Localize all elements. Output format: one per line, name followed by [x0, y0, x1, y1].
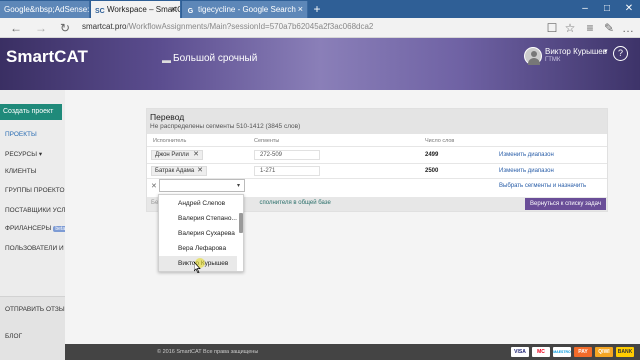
sidebar-item-resources[interactable]: РЕСУРСЫ ▾ — [5, 150, 42, 158]
help-icon[interactable]: ? — [613, 46, 628, 61]
panel-header: Перевод Не распределены сегменты 510-141… — [147, 109, 607, 134]
maestro-icon: MAESTRO — [553, 347, 571, 357]
payment-service-icon: PAY — [574, 347, 592, 357]
browser-tab-strip: Google&nbsp;AdSense: np SCWorkspace – Sm… — [0, 0, 640, 18]
close-tab-icon[interactable]: × — [298, 1, 303, 18]
feedback-link[interactable]: ОТПРАВИТЬ ОТЗЫВ — [5, 306, 69, 313]
smartcat-favicon-icon: SC — [95, 8, 105, 15]
chevron-down-icon: ▾ — [38, 151, 43, 158]
sidebar-item-vendors[interactable]: ПОСТАВЩИКИ УСЛУГ — [5, 207, 73, 214]
address-bar: ← → ↻ smartcat.pro/WorkflowAssignments/M… — [0, 18, 640, 38]
stage-title: Перевод — [150, 112, 185, 122]
back-icon[interactable]: ← — [8, 20, 24, 36]
copyright: © 2016 SmartCAT Все права защищены — [157, 349, 259, 355]
remove-assignee-icon[interactable]: ✕ — [197, 167, 203, 175]
back-to-tasks-button[interactable]: Вернуться к списку задач — [525, 198, 606, 210]
assignee-name: Батрак Адама — [155, 168, 195, 174]
blog-link[interactable]: БЛОГ — [5, 333, 22, 340]
create-project-button[interactable]: Создать проект — [0, 104, 62, 120]
sidebar-item-label: ФРИЛАНСЕРЫ — [5, 225, 52, 232]
visa-icon: VISA — [511, 347, 529, 357]
change-range-link[interactable]: Изменить диапазон — [499, 168, 554, 174]
web-note-icon[interactable]: ✎ — [601, 20, 617, 36]
sidebar-item-freelancers[interactable]: ФРИЛАНСЕРЫ beta — [5, 225, 68, 232]
column-header-words: Число слов — [425, 138, 455, 144]
assignee-name: Джон Рипли — [155, 152, 189, 158]
dropdown-option[interactable]: Вера Лефарова — [159, 241, 237, 256]
sidebar-item-label: РЕСУРСЫ — [5, 151, 37, 158]
dropdown-scrollbar[interactable] — [239, 213, 243, 233]
assignee-chip[interactable]: Батрак Адама ✕ — [151, 166, 207, 176]
project-breadcrumb[interactable]: Большой срочный — [173, 53, 257, 64]
remove-assignee-icon[interactable]: ✕ — [193, 151, 199, 159]
url-path: /WorkflowAssignments/Main?sessionId=570a… — [126, 22, 374, 31]
tab-title: tigecycline - Google Search — [198, 5, 296, 14]
dropdown-option[interactable]: Валерия Сухарева — [159, 226, 237, 241]
mouse-pointer-icon — [194, 262, 201, 273]
divider — [147, 163, 607, 164]
google-favicon-icon: G — [187, 8, 194, 15]
chevron-down-icon[interactable]: ▾ — [604, 47, 608, 55]
tab-google-search[interactable]: Gtigecycline - Google Search × — [182, 1, 308, 18]
more-icon[interactable]: … — [620, 20, 636, 36]
sidebar-item-project-groups[interactable]: ГРУППЫ ПРОЕКТОВ — [5, 187, 69, 194]
dropdown-option[interactable]: Валерия Степано... — [159, 211, 237, 226]
close-window-icon[interactable]: ✕ — [618, 0, 640, 18]
divider — [147, 146, 607, 147]
user-name[interactable]: Виктор Курышев — [545, 47, 607, 56]
reload-icon[interactable]: ↻ — [57, 20, 73, 36]
hub-icon[interactable]: ≡ — [582, 20, 598, 36]
change-range-link[interactable]: Изменить диапазон — [499, 152, 554, 158]
unassigned-summary: Не распределены сегменты 510-1412 (3845 … — [150, 123, 301, 130]
new-tab-icon[interactable]: + — [310, 1, 324, 17]
word-count: 2500 — [425, 168, 439, 174]
segments-input[interactable]: 1-271 — [254, 166, 320, 176]
app-header: SmartCAT ▬ Большой срочный Виктор Курыше… — [0, 38, 640, 90]
tab-title: Google&nbsp;AdSense: np — [4, 5, 90, 14]
favorite-star-icon[interactable]: ☆ — [562, 20, 578, 36]
word-count: 2499 — [425, 152, 439, 158]
close-tab-icon[interactable]: × — [171, 1, 176, 18]
segments-input[interactable]: 272-509 — [254, 150, 320, 160]
user-org: ГТМК — [545, 57, 561, 63]
avatar[interactable] — [524, 47, 542, 65]
forward-icon[interactable]: → — [33, 20, 49, 36]
assignee-select[interactable]: ▾ — [159, 179, 245, 192]
sidebar: Создать проект ПРОЕКТЫ РЕСУРСЫ ▾ КЛИЕНТЫ… — [0, 90, 87, 360]
chevron-down-icon: ▾ — [236, 183, 240, 189]
select-segments-link[interactable]: Выбрать сегменты и назначить — [499, 183, 586, 189]
dropdown-option[interactable]: Андрей Слепов — [159, 196, 237, 211]
sidebar-item-clients[interactable]: КЛИЕНТЫ — [5, 168, 36, 175]
column-header-segments: Сегменты — [254, 138, 280, 144]
tab-adsense[interactable]: Google&nbsp;AdSense: np — [0, 1, 90, 18]
mastercard-icon: MC — [532, 347, 550, 357]
remove-row-icon[interactable]: ✕ — [151, 182, 157, 190]
reading-view-icon[interactable]: ☐ — [544, 20, 560, 36]
logo[interactable]: SmartCAT — [6, 47, 88, 67]
page-footer: © 2016 SmartCAT Все права защищены VISA … — [65, 344, 640, 360]
bank-icon: BANK — [616, 347, 634, 357]
assignee-chip[interactable]: Джон Рипли ✕ — [151, 150, 203, 160]
maximize-icon[interactable]: □ — [596, 0, 618, 18]
folder-icon: ▬ — [162, 55, 171, 65]
minimize-icon[interactable]: – — [574, 0, 596, 18]
url-host: smartcat.pro — [82, 22, 127, 31]
url-field[interactable]: smartcat.pro/WorkflowAssignments/Main?se… — [82, 22, 373, 31]
footer-link-text: сполнителя в общей базе — [259, 200, 331, 206]
tab-workspace[interactable]: SCWorkspace – SmartCAT × — [91, 1, 181, 18]
sidebar-item-projects[interactable]: ПРОЕКТЫ — [5, 131, 37, 138]
column-header-assignee: Исполнитель — [153, 138, 187, 144]
qiwi-icon: QIWI — [595, 347, 613, 357]
